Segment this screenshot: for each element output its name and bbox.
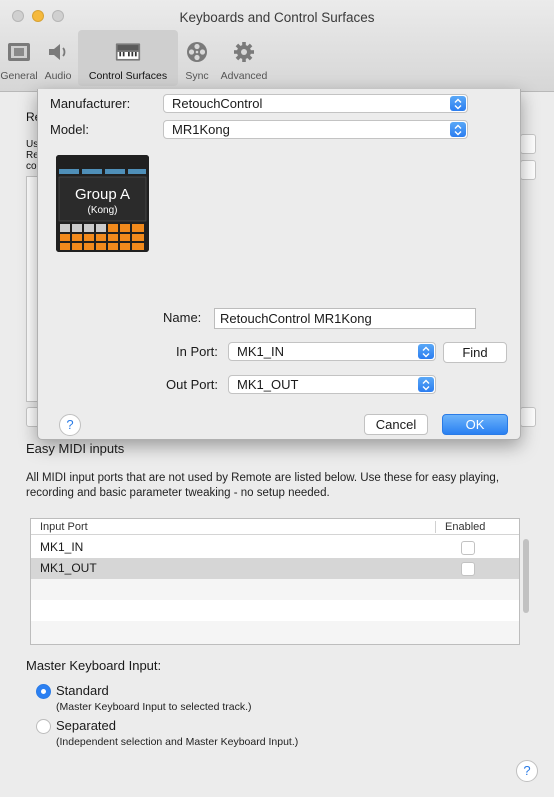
controller-picture: Group A (Kong) [56, 155, 149, 252]
popup-stepper-icon [418, 344, 434, 359]
in-port-popup[interactable]: MK1_IN [228, 342, 436, 361]
input-port-name: MK1_IN [40, 540, 84, 554]
window-title: Keyboards and Control Surfaces [179, 10, 375, 25]
tab-general[interactable]: General [0, 30, 38, 86]
tab-advanced[interactable]: Advanced [216, 30, 272, 86]
separated-radio[interactable] [36, 719, 51, 734]
device-label-line1: Group A [75, 186, 130, 203]
control-surface-sheet: Manufacturer: RetouchControl Model: MR1K… [37, 89, 521, 440]
manufacturer-label: Manufacturer: [50, 96, 131, 111]
table-scrollbar[interactable] [523, 539, 529, 613]
in-port-label: In Port: [176, 344, 218, 359]
popup-stepper-icon [450, 96, 466, 111]
easy-midi-table: Input Port Enabled MK1_IN MK1_OUT [30, 518, 529, 645]
table-row [31, 600, 519, 621]
film-reel-icon [184, 40, 210, 64]
tab-audio[interactable]: Audio [38, 30, 78, 86]
model-popup[interactable]: MR1Kong [163, 120, 468, 139]
find-button[interactable]: Find [443, 342, 507, 363]
in-port-value: MK1_IN [237, 344, 284, 359]
gear-icon [231, 40, 257, 64]
device-image: Group A (Kong) [56, 155, 149, 252]
cancel-button[interactable]: Cancel [364, 414, 428, 435]
ok-button[interactable]: OK [442, 414, 508, 435]
table-row[interactable]: MK1_IN [31, 537, 519, 558]
enabled-checkbox[interactable] [461, 562, 475, 576]
tab-control-surfaces-label: Control Surfaces [88, 70, 168, 82]
easy-midi-description: All MIDI input ports that are not used b… [26, 472, 500, 499]
table-row [31, 579, 519, 600]
tab-audio-label: Audio [44, 70, 72, 82]
background-button [520, 134, 536, 154]
speaker-icon [45, 40, 71, 64]
background-button [520, 407, 536, 427]
popup-stepper-icon [418, 377, 434, 392]
separated-label[interactable]: Separated [56, 718, 116, 733]
separated-note: (Independent selection and Master Keyboa… [56, 736, 299, 748]
sheet-help-button[interactable]: ? [59, 414, 81, 436]
tab-sync[interactable]: Sync [178, 30, 216, 86]
manufacturer-value: RetouchControl [172, 96, 263, 111]
background-button [520, 160, 536, 180]
column-input-port[interactable]: Input Port [40, 521, 88, 533]
name-label: Name: [163, 310, 202, 325]
switch-icon [6, 40, 32, 64]
model-value: MR1Kong [172, 122, 230, 137]
input-port-name: MK1_OUT [40, 561, 97, 575]
tab-control-surfaces[interactable]: Control Surfaces [78, 30, 178, 86]
background-fragment: co [26, 161, 37, 172]
out-port-popup[interactable]: MK1_OUT [228, 375, 436, 394]
preferences-window: Keyboards and Control Surfaces General A… [0, 0, 554, 797]
standard-radio[interactable] [36, 684, 51, 699]
table-row[interactable]: MK1_OUT [31, 558, 519, 579]
standard-label[interactable]: Standard [56, 683, 109, 698]
out-port-value: MK1_OUT [237, 377, 299, 392]
popup-stepper-icon [450, 122, 466, 137]
easy-midi-title: Easy MIDI inputs [26, 441, 125, 456]
name-value: RetouchControl MR1Kong [220, 311, 372, 326]
device-label-line2: (Kong) [87, 205, 117, 216]
manufacturer-popup[interactable]: RetouchControl [163, 94, 468, 113]
column-divider [435, 521, 436, 533]
preferences-toolbar: General Audio Control Surfaces Sync Adva… [0, 30, 272, 90]
keyboard-icon [115, 40, 141, 64]
model-label: Model: [50, 122, 90, 137]
enabled-checkbox[interactable] [461, 541, 475, 555]
title-bar: Keyboards and Control Surfaces General A… [0, 0, 554, 92]
tab-sync-label: Sync [185, 70, 209, 82]
name-field[interactable]: RetouchControl MR1Kong [214, 308, 476, 329]
master-keyboard-title: Master Keyboard Input: [26, 658, 162, 673]
standard-note: (Master Keyboard Input to selected track… [56, 701, 252, 713]
tab-general-label: General [0, 70, 38, 82]
column-enabled[interactable]: Enabled [445, 521, 485, 533]
table-header: Input Port Enabled [31, 519, 519, 535]
window-help-button[interactable]: ? [516, 760, 538, 782]
tab-advanced-label: Advanced [220, 70, 268, 82]
table-row [31, 621, 519, 644]
out-port-label: Out Port: [166, 377, 219, 392]
